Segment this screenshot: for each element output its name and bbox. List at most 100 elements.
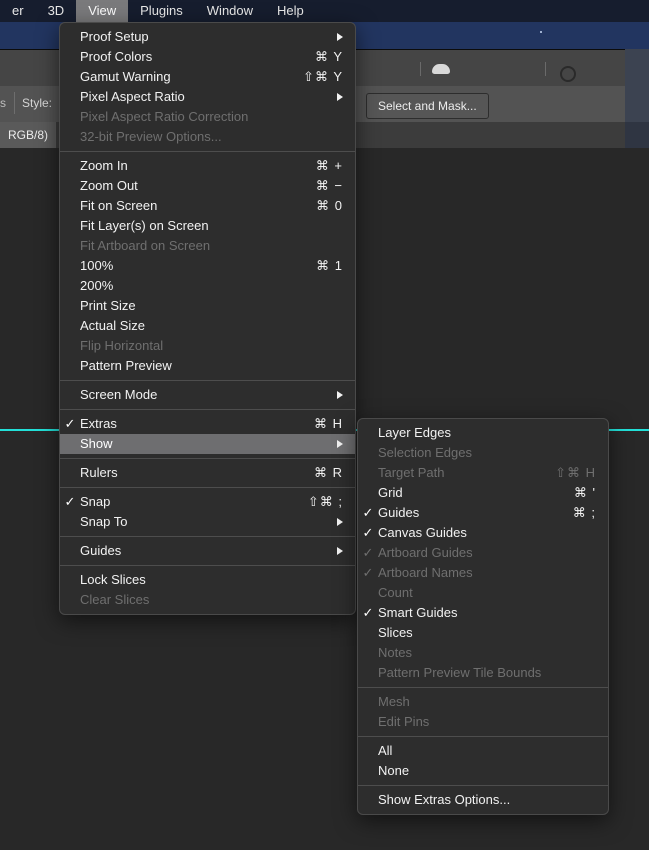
menu-item-shortcut: ⌘ H <box>314 416 343 431</box>
brush-preview-icon <box>432 64 450 74</box>
checkmark-icon: ✓ <box>362 545 374 560</box>
menu-item-snap-to[interactable]: Snap To <box>60 512 355 532</box>
menu-item-label: None <box>378 763 410 778</box>
menu-item-actual-size[interactable]: Actual Size <box>60 316 355 336</box>
show-submenu: Layer Edges Selection Edges Target Path ⇧⌘ … <box>357 418 609 815</box>
menu-separator <box>60 380 355 381</box>
menu-separator <box>60 151 355 152</box>
options-tick <box>420 62 421 76</box>
menu-item-layer-edges[interactable]: Layer Edges <box>358 423 608 443</box>
menubar-item-3d[interactable]: 3D <box>36 0 77 22</box>
menu-item-label: Canvas Guides <box>378 525 467 540</box>
menu-item-show[interactable]: Show <box>60 434 355 454</box>
menu-item-label: Rulers <box>80 465 118 480</box>
menu-item-slices[interactable]: Slices <box>358 623 608 643</box>
menu-item-pattern-preview-tile-bounds: Pattern Preview Tile Bounds <box>358 663 608 683</box>
menu-item-label: Actual Size <box>80 318 146 333</box>
menu-item-label: Fit on Screen <box>80 198 158 213</box>
menu-separator <box>60 409 355 410</box>
checkmark-icon: ✓ <box>362 565 374 580</box>
menubar-item-window[interactable]: Window <box>195 0 265 22</box>
menu-item-shortcut: ⌘ 0 <box>316 198 343 213</box>
document-tab[interactable]: RGB/8) <box>0 122 57 148</box>
menu-item-label: Snap <box>80 494 111 509</box>
menu-item-shortcut: ⌘ Y <box>314 49 343 64</box>
select-and-mask-button[interactable]: Select and Mask... <box>366 93 489 119</box>
menu-item-label: Notes <box>378 645 412 660</box>
menu-item-shortcut: ⇧⌘ ; <box>307 494 343 509</box>
menu-separator <box>60 458 355 459</box>
menu-separator <box>358 785 608 786</box>
menu-item-fit-layer-s-on-screen[interactable]: Fit Layer(s) on Screen <box>60 216 355 236</box>
menubar-item-plugins[interactable]: Plugins <box>128 0 195 22</box>
menu-item-notes: Notes <box>358 643 608 663</box>
tool-row-fragment-label: s <box>0 96 6 110</box>
menu-item-label: Mesh <box>378 694 410 709</box>
menu-item-show-extras-options[interactable]: Show Extras Options... <box>358 790 608 810</box>
menu-item-label: Zoom In <box>80 158 128 173</box>
menu-item-zoom-out[interactable]: Zoom Out ⌘ − <box>60 176 355 196</box>
menu-item-label: All <box>378 743 393 758</box>
menubar-item-view[interactable]: View <box>76 0 129 22</box>
menu-item-100[interactable]: 100% ⌘ 1 <box>60 256 355 276</box>
menu-item-edit-pins: Edit Pins <box>358 712 608 732</box>
menubar-item-er[interactable]: er <box>0 0 36 22</box>
options-tick <box>545 62 546 76</box>
menu-item-artboard-names: ✓ Artboard Names <box>358 563 608 583</box>
menu-item-label: 200% <box>80 278 114 293</box>
menu-item-fit-artboard-on-screen: Fit Artboard on Screen <box>60 236 355 256</box>
menu-item-shortcut: ⌘ + <box>315 158 343 173</box>
menu-item-pattern-preview[interactable]: Pattern Preview <box>60 356 355 376</box>
menu-separator <box>60 487 355 488</box>
menu-item-grid[interactable]: Grid ⌘ ' <box>358 483 608 503</box>
menu-item-label: Zoom Out <box>80 178 138 193</box>
menu-item-label: Extras <box>80 416 117 431</box>
menu-item-guides[interactable]: Guides <box>60 541 355 561</box>
menu-item-target-path: Target Path ⇧⌘ H <box>358 463 608 483</box>
menu-item-gamut-warning[interactable]: Gamut Warning ⇧⌘ Y <box>60 67 355 87</box>
menu-item-shortcut: ⌘ ; <box>572 505 596 520</box>
menu-item-none[interactable]: None <box>358 761 608 781</box>
submenu-arrow-icon <box>337 518 343 526</box>
divider <box>14 92 15 114</box>
menu-item-fit-on-screen[interactable]: Fit on Screen ⌘ 0 <box>60 196 355 216</box>
submenu-arrow-icon <box>337 547 343 555</box>
menu-item-screen-mode[interactable]: Screen Mode <box>60 385 355 405</box>
menu-item-200[interactable]: 200% <box>60 276 355 296</box>
menu-item-canvas-guides[interactable]: ✓ Canvas Guides <box>358 523 608 543</box>
menu-item-shortcut: ⌘ ' <box>573 485 596 500</box>
menubar-item-help[interactable]: Help <box>265 0 316 22</box>
menu-item-label: Selection Edges <box>378 445 472 460</box>
menu-item-pixel-aspect-ratio[interactable]: Pixel Aspect Ratio <box>60 87 355 107</box>
circle-icon <box>560 66 576 82</box>
submenu-arrow-icon <box>337 391 343 399</box>
menu-item-all[interactable]: All <box>358 741 608 761</box>
menu-item-label: Gamut Warning <box>80 69 171 84</box>
menu-separator <box>358 736 608 737</box>
menu-item-lock-slices[interactable]: Lock Slices <box>60 570 355 590</box>
menu-item-label: Show <box>80 436 113 451</box>
menu-item-label: Screen Mode <box>80 387 158 402</box>
menu-item-smart-guides[interactable]: ✓ Smart Guides <box>358 603 608 623</box>
menu-item-label: Guides <box>378 505 420 520</box>
right-panel-edge-lower <box>625 122 649 148</box>
menu-item-label: Target Path <box>378 465 445 480</box>
menu-item-snap[interactable]: ✓ Snap ⇧⌘ ; <box>60 492 355 512</box>
submenu-arrow-icon <box>337 33 343 41</box>
submenu-arrow-icon <box>337 93 343 101</box>
submenu-arrow-icon <box>337 440 343 448</box>
checkmark-icon: ✓ <box>64 416 76 431</box>
menu-item-extras[interactable]: ✓ Extras ⌘ H <box>60 414 355 434</box>
view-menu: Proof Setup Proof Colors ⌘ Y Gamut Warning ⇧… <box>59 22 356 615</box>
menu-item-print-size[interactable]: Print Size <box>60 296 355 316</box>
checkmark-icon: ✓ <box>362 525 374 540</box>
menu-item-rulers[interactable]: Rulers ⌘ R <box>60 463 355 483</box>
menu-item-guides[interactable]: ✓ Guides ⌘ ; <box>358 503 608 523</box>
menu-item-label: Flip Horizontal <box>80 338 164 353</box>
menu-item-proof-colors[interactable]: Proof Colors ⌘ Y <box>60 47 355 67</box>
menu-item-32-bit-preview-options: 32-bit Preview Options... <box>60 127 355 147</box>
menu-item-zoom-in[interactable]: Zoom In ⌘ + <box>60 156 355 176</box>
menu-item-label: Layer Edges <box>378 425 451 440</box>
menu-item-proof-setup[interactable]: Proof Setup <box>60 27 355 47</box>
menu-separator <box>60 565 355 566</box>
